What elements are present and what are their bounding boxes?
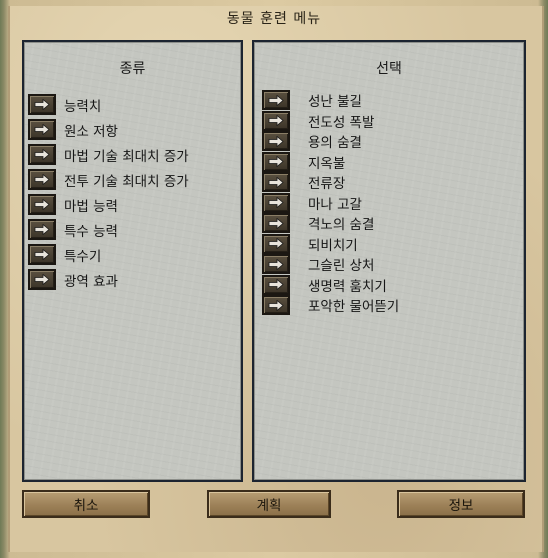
arrow-right-icon[interactable]: [28, 169, 56, 190]
category-item-label: 능력치: [64, 98, 102, 115]
arrow-right-icon[interactable]: [262, 90, 290, 111]
category-item[interactable]: 마법 기술 최대치 증가: [28, 142, 189, 167]
selection-item-label: 지옥불: [308, 155, 346, 172]
selection-item[interactable]: 지옥불: [262, 151, 399, 173]
category-heading: 종류: [119, 61, 146, 77]
arrow-right-icon[interactable]: [262, 172, 290, 193]
arrow-right-icon[interactable]: [28, 144, 56, 165]
category-item[interactable]: 전투 기술 최대치 증가: [28, 167, 189, 192]
selection-item[interactable]: 되비치기: [262, 233, 399, 255]
selection-item-label: 전류장: [308, 176, 346, 193]
arrow-right-icon[interactable]: [262, 233, 290, 254]
arrow-right-icon[interactable]: [262, 151, 290, 172]
category-item[interactable]: 광역 효과: [28, 267, 189, 292]
category-item[interactable]: 마법 능력: [28, 192, 189, 217]
arrow-right-icon[interactable]: [28, 244, 56, 265]
selection-item[interactable]: 생명력 훔치기: [262, 274, 399, 296]
category-item-label: 원소 저항: [64, 123, 118, 140]
plan-button[interactable]: 계획: [207, 490, 331, 518]
category-item[interactable]: 능력치: [28, 92, 189, 117]
selection-item-label: 마나 고갈: [308, 196, 362, 213]
category-item-label: 마법 능력: [64, 198, 118, 215]
selection-item-label: 생명력 훔치기: [308, 278, 387, 295]
category-panel: 종류 능력치 원소 저항 마법 기술 최대치 증가 전투 기술 최대치 증가 마…: [22, 40, 243, 482]
arrow-right-icon[interactable]: [28, 219, 56, 240]
window-title: 동물 훈련 메뉴: [226, 11, 322, 27]
arrow-right-icon[interactable]: [262, 110, 290, 131]
arrow-right-icon[interactable]: [28, 94, 56, 115]
category-item[interactable]: 특수 능력: [28, 217, 189, 242]
info-button[interactable]: 정보: [397, 490, 525, 518]
arrow-right-icon[interactable]: [28, 269, 56, 290]
selection-item-label: 포악한 물어뜯기: [308, 299, 400, 316]
selection-item[interactable]: 그슬린 상처: [262, 254, 399, 275]
arrow-right-icon[interactable]: [262, 131, 290, 152]
selection-item-label: 그슬린 상처: [308, 258, 375, 275]
arrow-right-icon[interactable]: [262, 274, 290, 295]
category-item[interactable]: 특수기: [28, 242, 189, 267]
selection-panel: 선택 성난 불길 전도성 폭발 용의 숨결 지옥불 전류장 마나 고갈 격노의 …: [252, 40, 526, 482]
selection-item-label: 성난 불길: [308, 94, 362, 111]
arrow-right-icon[interactable]: [28, 119, 56, 140]
arrow-right-icon[interactable]: [262, 295, 290, 316]
selection-item[interactable]: 전도성 폭발: [262, 110, 399, 132]
category-list: 능력치 원소 저항 마법 기술 최대치 증가 전투 기술 최대치 증가 마법 능…: [28, 92, 189, 292]
category-item-label: 특수 능력: [64, 223, 118, 240]
selection-item[interactable]: 포악한 물어뜯기: [262, 295, 399, 316]
category-item-label: 광역 효과: [64, 273, 118, 290]
selection-item-label: 되비치기: [308, 237, 358, 254]
arrow-right-icon[interactable]: [262, 192, 290, 213]
selection-item[interactable]: 용의 숨결: [262, 131, 399, 152]
selection-item[interactable]: 마나 고갈: [262, 192, 399, 214]
arrow-right-icon[interactable]: [262, 254, 290, 275]
arrow-right-icon[interactable]: [28, 194, 56, 215]
category-item-label: 마법 기술 최대치 증가: [64, 148, 189, 165]
selection-item[interactable]: 성난 불길: [262, 90, 399, 111]
selection-item[interactable]: 전류장: [262, 172, 399, 193]
arrow-right-icon[interactable]: [262, 213, 290, 234]
cancel-button[interactable]: 취소: [22, 490, 150, 518]
selection-item[interactable]: 격노의 숨결: [262, 213, 399, 234]
selection-item-label: 전도성 폭발: [308, 114, 375, 131]
category-item[interactable]: 원소 저항: [28, 117, 189, 142]
selection-heading: 선택: [376, 61, 402, 77]
selection-item-label: 용의 숨결: [308, 135, 362, 152]
selection-list: 성난 불길 전도성 폭발 용의 숨결 지옥불 전류장 마나 고갈 격노의 숨결: [262, 90, 399, 316]
category-item-label: 전투 기술 최대치 증가: [64, 173, 189, 190]
selection-item-label: 격노의 숨결: [308, 217, 375, 234]
category-item-label: 특수기: [64, 248, 102, 265]
